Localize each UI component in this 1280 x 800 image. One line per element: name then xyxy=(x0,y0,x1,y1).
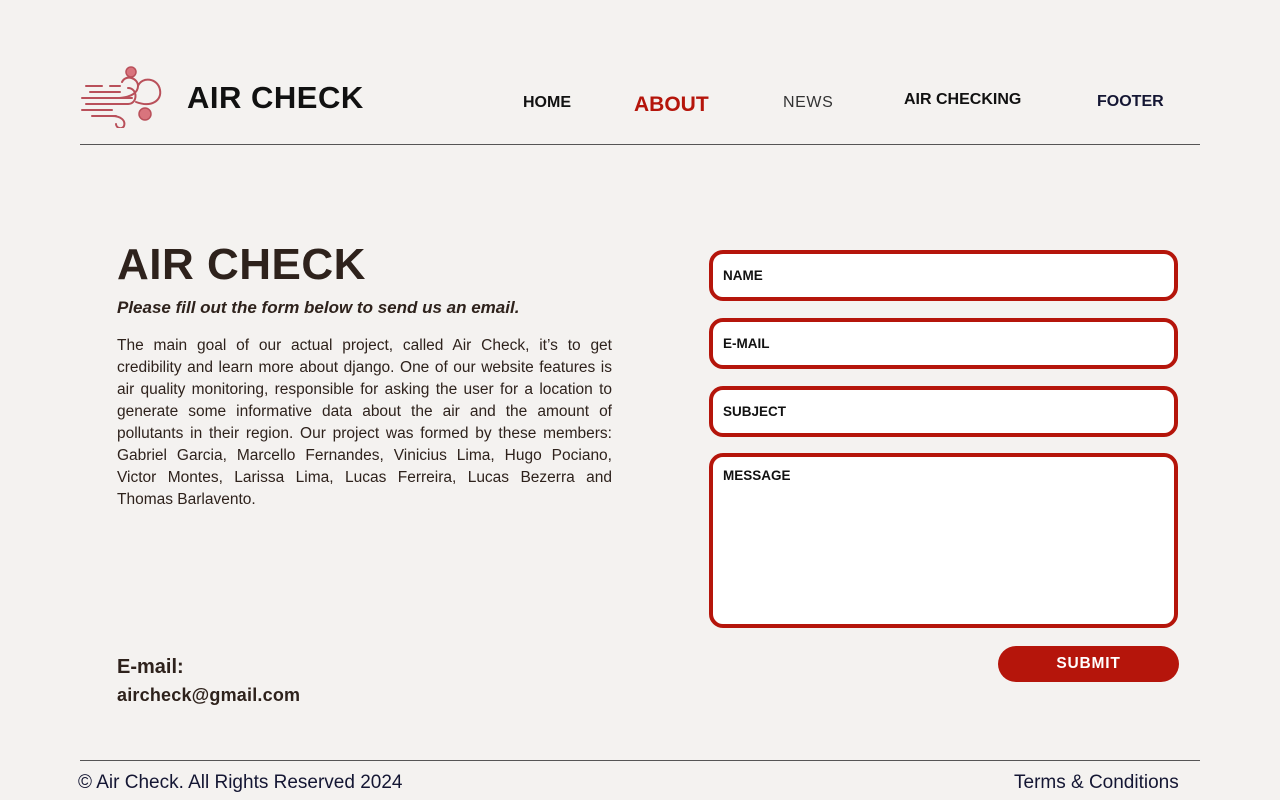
terms-link[interactable]: Terms & Conditions xyxy=(1014,772,1179,794)
message-field-wrapper xyxy=(709,453,1178,628)
subject-field-wrapper xyxy=(709,386,1178,437)
nav-footer[interactable]: FOOTER xyxy=(1097,93,1164,111)
page-subtitle: Please fill out the form below to send u… xyxy=(117,298,520,317)
contact-email-value[interactable]: aircheck@gmail.com xyxy=(117,685,300,706)
message-textarea[interactable] xyxy=(713,457,1174,624)
wind-icon xyxy=(81,66,162,128)
name-field-wrapper xyxy=(709,250,1178,301)
copyright-text: © Air Check. All Rights Reserved 2024 xyxy=(78,772,403,793)
nav-home[interactable]: HOME xyxy=(523,94,571,112)
nav-about[interactable]: ABOUT xyxy=(634,93,709,117)
page-title: AIR CHECK xyxy=(117,240,366,289)
footer-divider xyxy=(80,760,1200,761)
nav-news[interactable]: NEWS xyxy=(783,94,833,112)
email-field-wrapper xyxy=(709,318,1178,369)
header-divider xyxy=(80,144,1200,145)
page: AIR CHECK HOME ABOUT NEWS AIR CHECKING F… xyxy=(0,0,1280,800)
subject-input[interactable] xyxy=(713,390,1174,433)
submit-button[interactable]: SUBMIT xyxy=(998,646,1179,682)
project-description: The main goal of our actual project, cal… xyxy=(117,337,612,508)
email-input[interactable] xyxy=(713,322,1174,365)
nav-air-checking[interactable]: AIR CHECKING xyxy=(904,91,1021,109)
brand-name[interactable]: AIR CHECK xyxy=(187,80,364,116)
name-input[interactable] xyxy=(713,254,1174,297)
contact-email-label: E-mail: xyxy=(117,656,184,678)
